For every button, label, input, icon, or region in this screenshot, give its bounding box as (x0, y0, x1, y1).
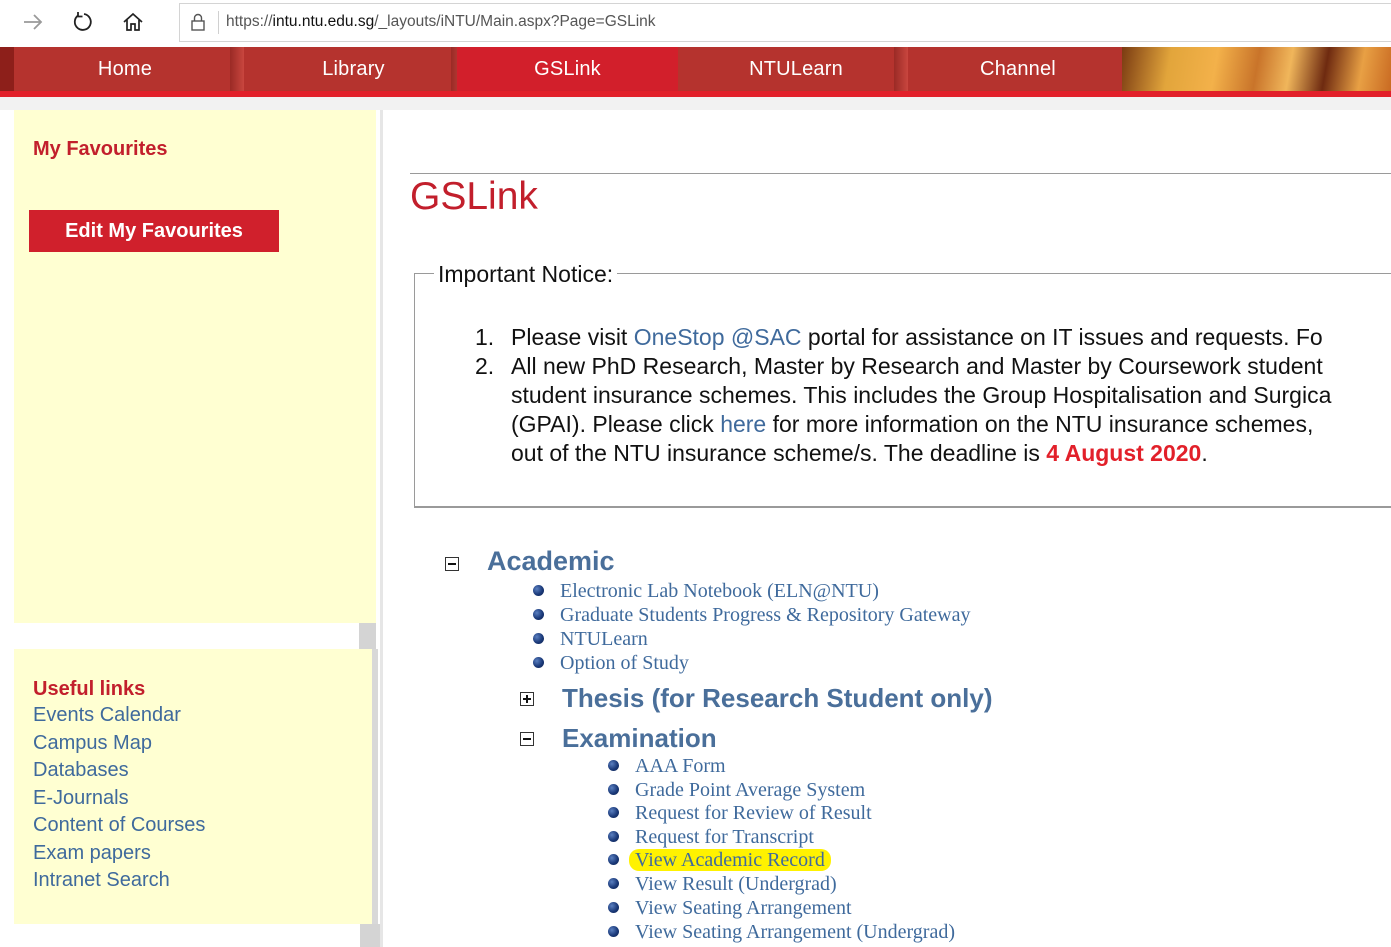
bullet-icon (533, 585, 544, 596)
expand-thesis-toggle-icon[interactable] (520, 692, 534, 706)
edit-favourites-button[interactable]: Edit My Favourites (29, 210, 279, 252)
group-title-thesis[interactable]: Thesis (for Research Student only) (562, 683, 993, 714)
link-grade-point-average-system[interactable]: Grade Point Average System (635, 779, 865, 802)
bullet-icon (533, 657, 544, 668)
header-gap (0, 97, 1391, 110)
notice-list: 1. Please visit OneStop @SAC portal for a… (473, 323, 1391, 468)
useful-link-events-calendar[interactable]: Events Calendar (33, 702, 205, 730)
link-request-for-transcript[interactable]: Request for Transcript (635, 826, 814, 849)
insurance-info-link[interactable]: here (720, 411, 766, 437)
bullet-icon (608, 760, 619, 771)
deadline-date: 4 August 2020 (1046, 440, 1202, 466)
group-title-academic[interactable]: Academic (487, 546, 615, 577)
collapse-examination-toggle-icon[interactable] (520, 732, 534, 746)
notice-number: 2. (475, 353, 495, 379)
lock-icon (190, 12, 206, 37)
notice-text: Please visit (511, 324, 634, 350)
sidebar-bottom (14, 924, 360, 947)
address-bar[interactable]: https://intu.ntu.edu.sg/_layouts/iNTU/Ma… (179, 3, 1391, 42)
favourites-title: My Favourites (33, 138, 168, 160)
refresh-icon (73, 12, 92, 31)
bullet-icon (608, 831, 619, 842)
collapse-academic-toggle-icon[interactable] (445, 557, 459, 571)
notice-item: 1. Please visit OneStop @SAC portal for a… (473, 323, 1391, 352)
forward-button[interactable] (17, 6, 49, 38)
page-title: GSLink (410, 175, 538, 218)
notice-item: 2. All new PhD Research, Master by Resear… (473, 352, 1391, 468)
link-view-seating-arrangement-undergrad[interactable]: View Seating Arrangement (Undergrad) (635, 921, 955, 944)
notice-text: student insurance schemes. This includes… (511, 382, 1332, 408)
top-navigation: Home Library GSLink NTULearn Channel (0, 47, 1391, 91)
home-icon (123, 12, 143, 31)
notice-text: All new PhD Research, Master by Research… (511, 353, 1323, 379)
link-ntulearn[interactable]: NTULearn (560, 628, 648, 651)
home-button[interactable] (117, 6, 149, 38)
useful-links-list: Events Calendar Campus Map Databases E-J… (33, 702, 205, 895)
useful-link-content-of-courses[interactable]: Content of Courses (33, 812, 205, 840)
onestop-sac-link[interactable]: OneStop @SAC (634, 324, 802, 350)
bullet-icon (608, 902, 619, 913)
tab-label: Home (97, 57, 153, 80)
banner-decoration-image (1122, 47, 1391, 91)
forward-arrow-icon (24, 14, 43, 30)
useful-link-intranet-search[interactable]: Intranet Search (33, 867, 205, 895)
highlighted-link-text: View Academic Record (629, 849, 831, 871)
address-bar-divider (218, 11, 219, 34)
url-text[interactable]: https://intu.ntu.edu.sg/_layouts/iNTU/Ma… (226, 13, 656, 31)
useful-link-exam-papers[interactable]: Exam papers (33, 840, 205, 868)
link-view-result-undergrad[interactable]: View Result (Undergrad) (635, 873, 837, 896)
notice-text: portal for assistance on IT issues and r… (801, 324, 1323, 350)
refresh-button[interactable] (67, 6, 99, 38)
tab-library[interactable]: Library (250, 47, 465, 91)
bullet-icon (608, 807, 619, 818)
notice-text: for more information on the NTU insuranc… (766, 411, 1314, 437)
tab-gslink[interactable]: GSLink (457, 47, 678, 91)
nav-left-edge (0, 47, 14, 91)
notice-number: 1. (475, 324, 495, 350)
tab-label: Channel (980, 57, 1056, 80)
link-aaa-form[interactable]: AAA Form (635, 755, 726, 778)
tab-channel[interactable]: Channel (914, 47, 1122, 91)
useful-link-databases[interactable]: Databases (33, 757, 205, 785)
bullet-icon (533, 633, 544, 644)
group-title-examination[interactable]: Examination (562, 723, 717, 754)
useful-link-e-journals[interactable]: E-Journals (33, 785, 205, 813)
bullet-icon (533, 609, 544, 620)
favourites-panel: My Favourites Edit My Favourites (14, 110, 376, 623)
link-view-seating-arrangement[interactable]: View Seating Arrangement (635, 897, 852, 920)
title-rule (410, 173, 1391, 174)
tab-label: NTULearn (749, 57, 843, 80)
content-divider (380, 110, 383, 947)
tab-ntulearn[interactable]: NTULearn (692, 47, 908, 91)
notice-text: . (1201, 440, 1208, 466)
tab-home[interactable]: Home (14, 47, 244, 91)
useful-links-title: Useful links (33, 678, 146, 700)
browser-toolbar: https://intu.ntu.edu.sg/_layouts/iNTU/Ma… (0, 0, 1391, 46)
notice-text: out of the NTU insurance scheme/s. The d… (511, 440, 1047, 466)
sidebar-scrollbar[interactable] (359, 623, 376, 649)
link-electronic-lab-notebook[interactable]: Electronic Lab Notebook (ELN@NTU) (560, 580, 879, 603)
link-option-of-study[interactable]: Option of Study (560, 652, 689, 675)
notice-legend: Important Notice: (434, 261, 618, 288)
tab-label: GSLink (534, 57, 601, 80)
sidebar-gap (14, 623, 359, 649)
useful-links-panel: Useful links Events Calendar Campus Map … (14, 649, 372, 924)
link-view-academic-record[interactable]: View Academic Record (629, 849, 831, 872)
bullet-icon (608, 784, 619, 795)
tab-label: Library (322, 57, 385, 80)
bullet-icon (608, 878, 619, 889)
useful-link-campus-map[interactable]: Campus Map (33, 730, 205, 758)
bullet-icon (608, 854, 619, 865)
link-graduate-students-progress[interactable]: Graduate Students Progress & Repository … (560, 604, 970, 627)
sidebar-scrollbar[interactable] (372, 649, 378, 924)
notice-text: (GPAI). Please click (511, 411, 721, 437)
sidebar-scrollbar[interactable] (360, 924, 380, 947)
link-request-review-of-result[interactable]: Request for Review of Result (635, 802, 872, 825)
bullet-icon (608, 926, 619, 937)
